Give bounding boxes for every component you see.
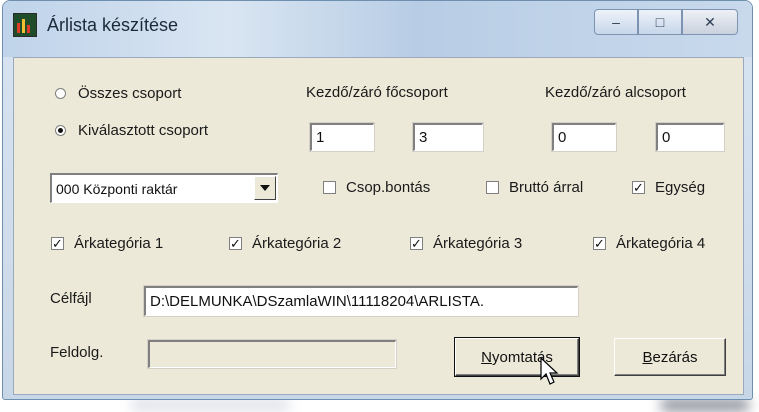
warehouse-select-value: 000 Központi raktár (56, 181, 178, 197)
close-icon: ✕ (704, 13, 716, 30)
dialog-client-area: Összes csoport Kiválasztott csoport Kezd… (13, 57, 744, 395)
sub-group-start-input[interactable] (551, 122, 617, 152)
processing-label: Feldolg. (50, 344, 104, 361)
maximize-button[interactable]: □ (638, 9, 682, 35)
checkbox-price-category-3[interactable]: ✓ Árkategória 3 (410, 235, 522, 252)
checkbox-csop-bontas-box[interactable] (323, 181, 336, 194)
checkbox-price-category-2-box[interactable]: ✓ (229, 237, 242, 250)
radio-selected-group-label: Kiválasztott csoport (78, 122, 209, 139)
checkbox-egyseg[interactable]: ✓ Egység (632, 179, 705, 196)
background-blur (660, 398, 750, 412)
close-button[interactable]: Bezárás (614, 338, 726, 376)
chevron-down-icon[interactable] (254, 176, 276, 200)
checkbox-price-category-3-box[interactable]: ✓ (410, 237, 423, 250)
checkbox-price-category-2[interactable]: ✓ Árkategória 2 (229, 235, 341, 252)
checkbox-egyseg-box[interactable]: ✓ (632, 181, 645, 194)
price-category-2-label: Árkategória 2 (252, 235, 342, 252)
checkbox-csop-bontas[interactable]: Csop.bontás (323, 179, 430, 196)
radio-all-groups-label: Összes csoport (78, 85, 182, 102)
dialog-window: Árlista készítése – □ ✕ Összes csoport K… (2, 0, 753, 400)
minimize-icon: – (612, 14, 620, 30)
checkbox-egyseg-label: Egység (655, 179, 706, 196)
main-group-end-input[interactable] (412, 122, 484, 152)
checkbox-price-category-4-box[interactable]: ✓ (593, 237, 606, 250)
checkbox-brutto-arral-label: Bruttó árral (509, 179, 584, 196)
caption-buttons: – □ ✕ (594, 9, 738, 37)
main-group-start-input[interactable] (309, 122, 375, 152)
price-category-4-label: Árkategória 4 (616, 235, 706, 252)
warehouse-select[interactable]: 000 Központi raktár (50, 173, 278, 203)
checkbox-price-category-4[interactable]: ✓ Árkategória 4 (593, 235, 705, 252)
close-window-button[interactable]: ✕ (682, 9, 738, 35)
maximize-icon: □ (655, 14, 665, 30)
processing-progress-bar (147, 339, 397, 369)
sub-group-end-input[interactable] (655, 122, 725, 152)
sub-group-label: Kezdő/záró alcsoport (545, 84, 686, 101)
checkbox-csop-bontas-label: Csop.bontás (346, 179, 431, 196)
radio-all-groups[interactable]: Összes csoport (55, 85, 181, 102)
radio-selected-group[interactable]: Kiválasztott csoport (55, 122, 208, 139)
target-file-input[interactable] (143, 285, 579, 317)
app-icon (13, 13, 37, 37)
close-button-label: Bezárás (642, 348, 698, 366)
price-category-1-label: Árkategória 1 (74, 235, 164, 252)
checkbox-brutto-arral-box[interactable] (486, 181, 499, 194)
title-bar[interactable]: Árlista készítése – □ ✕ (3, 1, 752, 57)
background-blur (130, 398, 290, 412)
minimize-button[interactable]: – (594, 9, 638, 35)
price-category-3-label: Árkategória 3 (433, 235, 523, 252)
radio-selected-group-button[interactable] (55, 125, 66, 136)
radio-all-groups-button[interactable] (55, 88, 66, 99)
checkbox-price-category-1-box[interactable]: ✓ (51, 237, 64, 250)
target-file-label: Célfájl (50, 290, 92, 307)
mouse-cursor-icon (540, 357, 559, 385)
main-group-label: Kezdő/záró főcsoport (306, 84, 448, 101)
checkbox-price-category-1[interactable]: ✓ Árkategória 1 (51, 235, 163, 252)
window-title: Árlista készítése (47, 15, 179, 35)
checkbox-brutto-arral[interactable]: Bruttó árral (486, 179, 583, 196)
